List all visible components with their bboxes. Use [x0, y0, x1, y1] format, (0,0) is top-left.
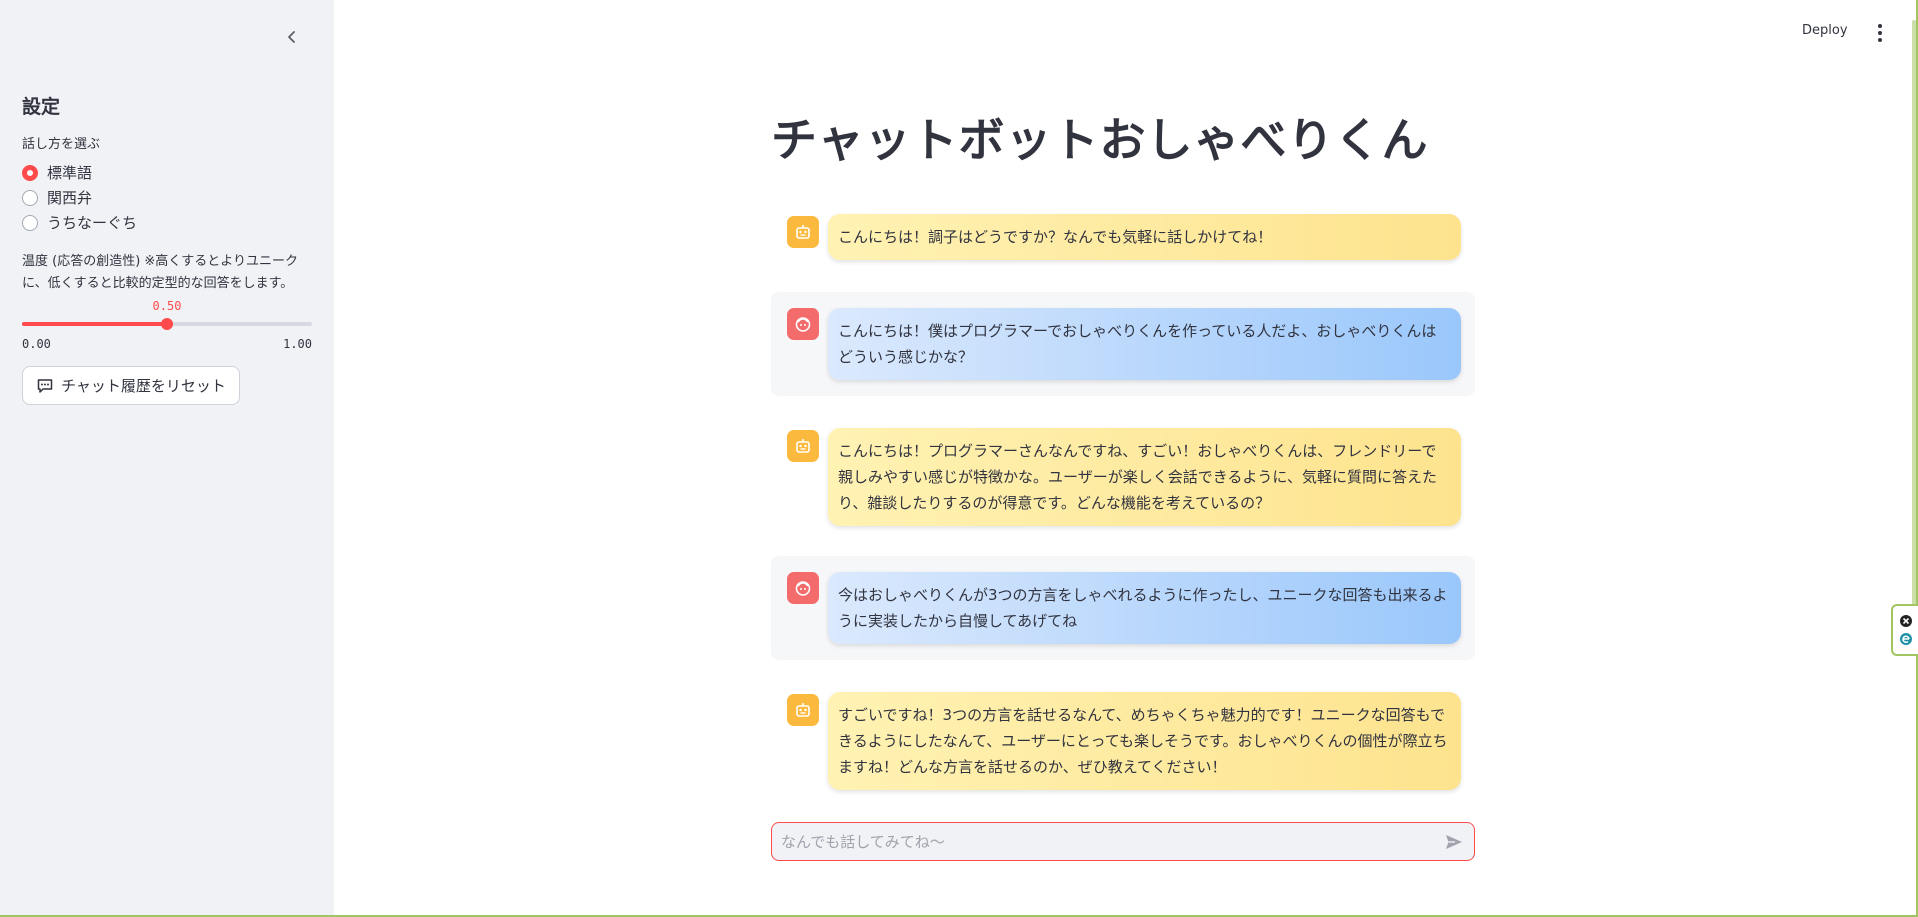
extension-widget: [1891, 604, 1918, 656]
chat-input[interactable]: [772, 832, 1434, 851]
radio-unselected-icon: [22, 214, 38, 231]
temperature-slider[interactable]: 0.50 0.00 1.00: [22, 299, 312, 355]
scrollbar[interactable]: [1912, 20, 1916, 620]
chat-bubble-icon: [36, 377, 54, 395]
slider-thumb[interactable]: [161, 318, 173, 330]
face-icon: [795, 317, 811, 332]
chat-message-assistant: すごいですね！3つの方言を話せるなんて、めちゃくちゃ魅力的です！ユニークな回答も…: [771, 692, 1475, 790]
face-icon: [795, 581, 811, 596]
robot-icon: [796, 225, 810, 239]
message-bubble: こんにちは！プログラマーさんなんですね、すごい！おしゃべりくんは、フレンドリーで…: [828, 428, 1461, 526]
message-bubble: こんにちは！調子はどうですか？なんでも気軽に話しかけてね！: [828, 214, 1461, 260]
bot-avatar: [787, 430, 819, 462]
message-bubble: すごいですね！3つの方言を話せるなんて、めちゃくちゃ魅力的です！ユニークな回答も…: [828, 692, 1461, 790]
user-avatar: [787, 308, 819, 340]
chat-message-user: こんにちは！僕はプログラマーでおしゃべりくんを作っている人だよ、おしゃべりくんは…: [771, 292, 1475, 396]
send-icon: [1446, 834, 1462, 849]
temperature-label: 温度 (応答の創造性) ※高くするとよりユニークに、低くすると比較的定型的な回答…: [22, 254, 299, 291]
radio-label: 関西弁: [47, 189, 93, 207]
chat-input-container: [771, 822, 1475, 861]
reset-chat-button[interactable]: チャット履歴をリセット: [22, 366, 240, 405]
user-avatar: [787, 572, 819, 604]
menu-dot: [1878, 31, 1882, 35]
send-button[interactable]: [1434, 823, 1474, 860]
slider-fill: [22, 322, 167, 326]
menu-dot: [1878, 24, 1882, 28]
extension-logo-icon[interactable]: [1899, 632, 1913, 646]
chat-message-assistant: こんにちは！調子はどうですか？なんでも気軽に話しかけてね！: [771, 214, 1475, 260]
radio-option-uchinaaguchi[interactable]: うちなーぐち: [22, 210, 312, 235]
robot-icon: [796, 439, 810, 453]
chat-message-user: 今はおしゃべりくんが3つの方言をしゃべれるように作ったし、ユニークな回答も出来る…: [771, 556, 1475, 660]
radio-option-kansai[interactable]: 関西弁: [22, 185, 312, 210]
reset-button-label: チャット履歴をリセット: [61, 377, 226, 395]
chat-message-assistant: こんにちは！プログラマーさんなんですね、すごい！おしゃべりくんは、フレンドリーで…: [771, 428, 1475, 526]
robot-icon: [796, 703, 810, 717]
collapse-sidebar-button[interactable]: [281, 26, 303, 48]
slider-value: 0.50: [152, 299, 182, 313]
radio-label: 標準語: [47, 164, 93, 182]
close-icon[interactable]: [1899, 614, 1913, 628]
radio-selected-icon: [22, 164, 38, 181]
radio-unselected-icon: [22, 189, 38, 206]
message-bubble: こんにちは！僕はプログラマーでおしゃべりくんを作っている人だよ、おしゃべりくんは…: [828, 308, 1461, 380]
slider-min-label: 0.00: [22, 337, 51, 351]
sidebar: 設定 話し方を選ぶ 標準語 関西弁 うちなーぐち 温度 (応答の創造性) ※高く…: [0, 0, 334, 917]
deploy-button[interactable]: Deploy: [1802, 23, 1848, 38]
bot-avatar: [787, 694, 819, 726]
slider-max-label: 1.00: [283, 337, 312, 351]
speech-style-label: 話し方を選ぶ: [22, 137, 101, 152]
radio-option-standard[interactable]: 標準語: [22, 160, 312, 185]
page-title: チャットボットおしゃべりくん: [771, 113, 1429, 167]
menu-dot: [1878, 38, 1882, 42]
bot-avatar: [787, 216, 819, 248]
message-bubble: 今はおしゃべりくんが3つの方言をしゃべれるように作ったし、ユニークな回答も出来る…: [828, 572, 1461, 644]
main-menu-button[interactable]: [1872, 21, 1888, 45]
radio-label: うちなーぐち: [47, 214, 138, 232]
sidebar-title: 設定: [22, 96, 61, 118]
chevron-left-icon: [288, 31, 295, 43]
